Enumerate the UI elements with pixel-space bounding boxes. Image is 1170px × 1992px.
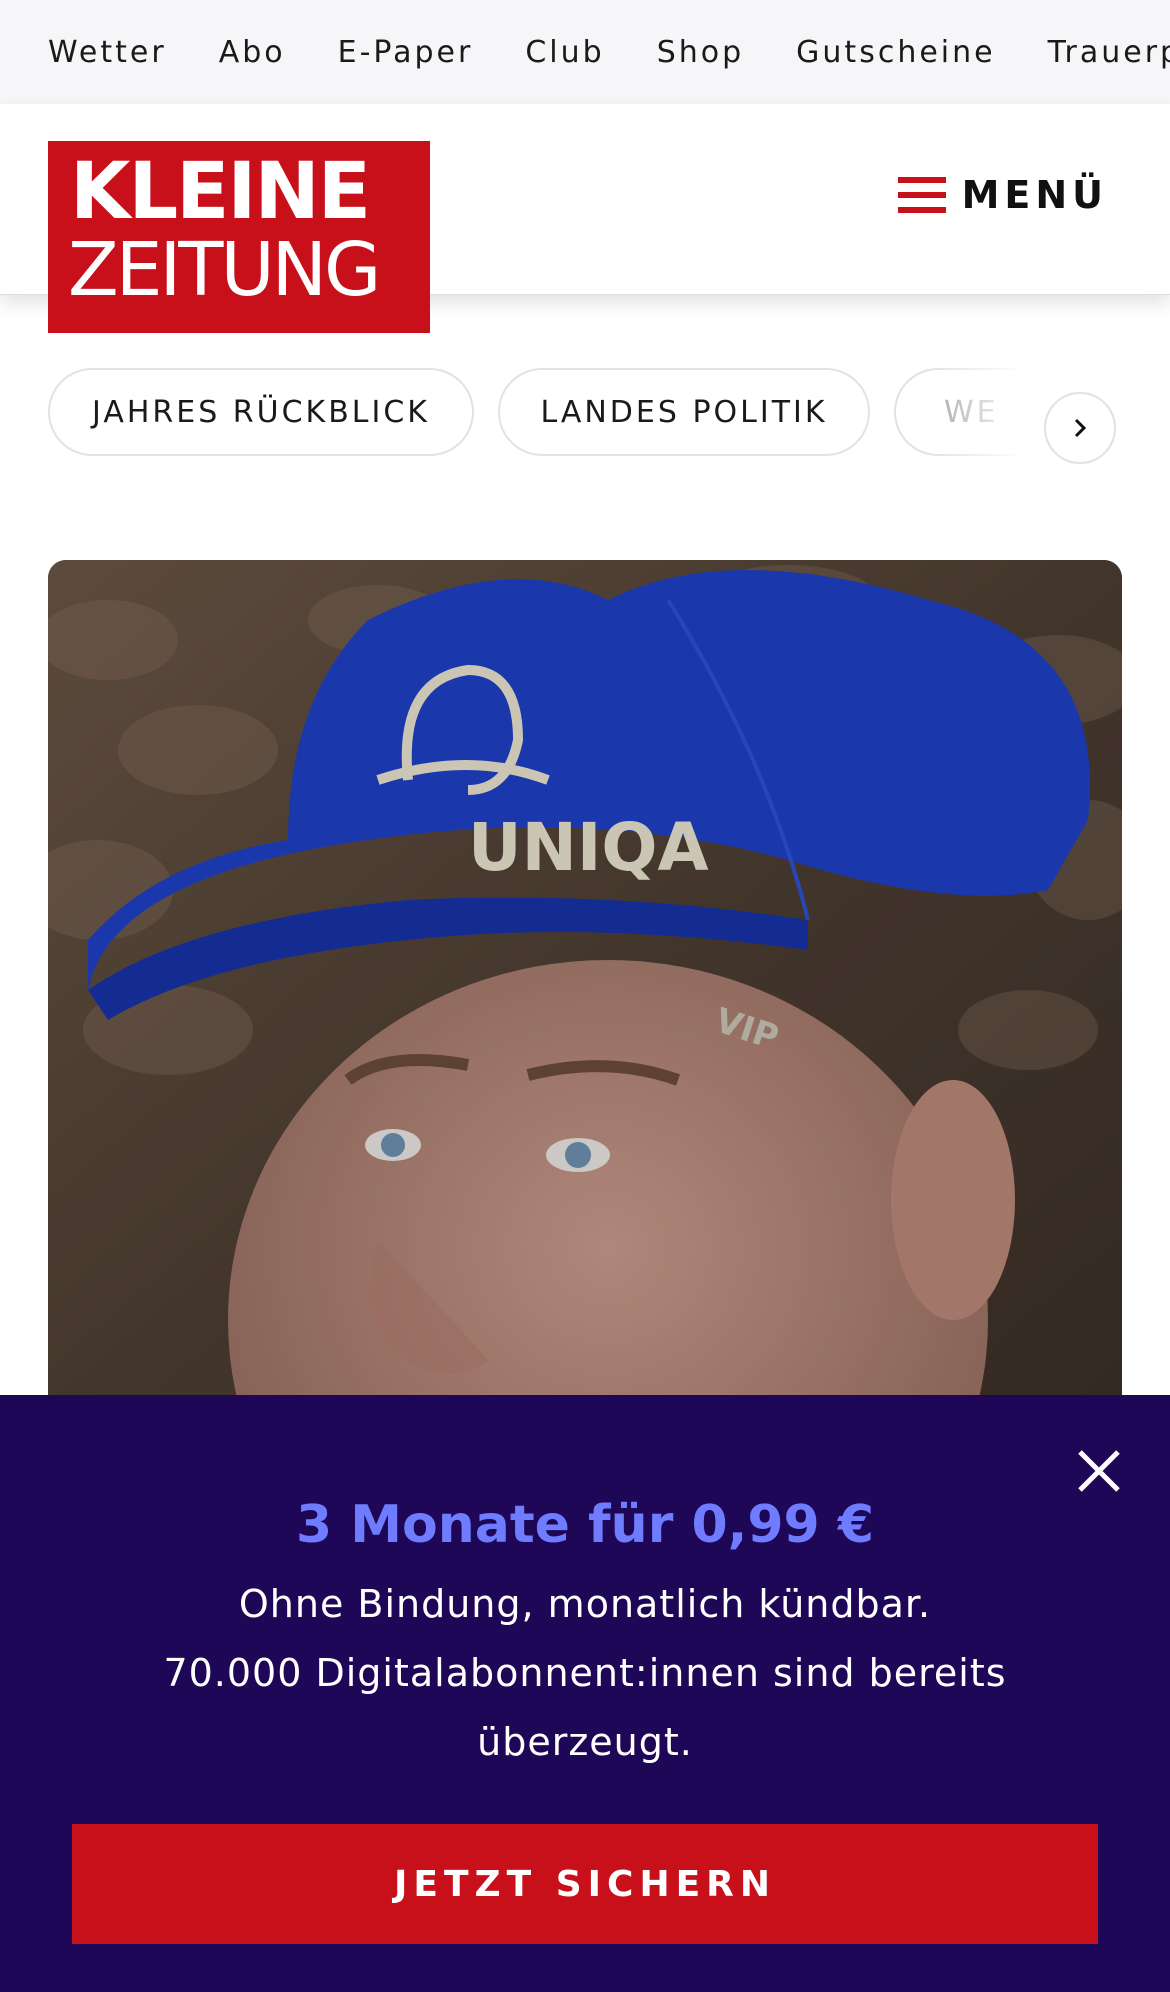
offer-line-2: 70.000 Digitalabonnent:innen sind bereit…	[163, 1651, 1007, 1764]
topic-chip-landespolitik[interactable]: LANDES POLITIK	[498, 368, 870, 456]
kleine-zeitung-logo[interactable]: KLEINE ZEITUNG	[48, 141, 430, 333]
nav-link-wetter[interactable]: Wetter	[48, 35, 167, 70]
hero-photo: UNIQA VIP	[48, 560, 1122, 1460]
logo-line-1: KLEINE	[70, 147, 371, 237]
nav-link-trauerportal[interactable]: Trauerportal	[1048, 35, 1170, 70]
offer-headline: 3 Monate für 0,99 €	[295, 1495, 875, 1555]
menu-label: MENÜ	[961, 173, 1108, 217]
top-service-nav: Wetter Abo E-Paper Club Shop Gutscheine …	[0, 0, 1170, 104]
menu-button[interactable]: MENÜ	[898, 160, 1108, 230]
logo-line-2: ZEITUNG	[68, 227, 381, 313]
subscribe-cta-button[interactable]: JETZT SICHERN	[72, 1824, 1098, 1944]
close-icon	[1078, 1450, 1120, 1492]
chevron-right-icon	[1074, 418, 1087, 438]
hamburger-icon	[898, 177, 946, 213]
close-overlay-button[interactable]	[1074, 1446, 1124, 1496]
chip-scroll-right-button[interactable]	[1044, 392, 1116, 464]
topic-chip-jahresrueckblick[interactable]: JAHRES RÜCKBLICK	[48, 368, 474, 456]
offer-description: Ohne Bindung, monatlich kündbar. 70.000 …	[140, 1570, 1030, 1777]
nav-link-shop[interactable]: Shop	[657, 35, 744, 70]
nav-link-club[interactable]: Club	[525, 35, 604, 70]
topic-chip-bar: JAHRES RÜCKBLICK LANDES POLITIK WE	[0, 368, 1170, 462]
article-hero-image[interactable]: UNIQA VIP	[48, 560, 1122, 1460]
offer-line-1: Ohne Bindung, monatlich kündbar.	[238, 1582, 932, 1626]
nav-link-abo[interactable]: Abo	[219, 35, 286, 70]
nav-link-epaper[interactable]: E-Paper	[338, 35, 474, 70]
nav-link-gutscheine[interactable]: Gutscheine	[796, 35, 995, 70]
